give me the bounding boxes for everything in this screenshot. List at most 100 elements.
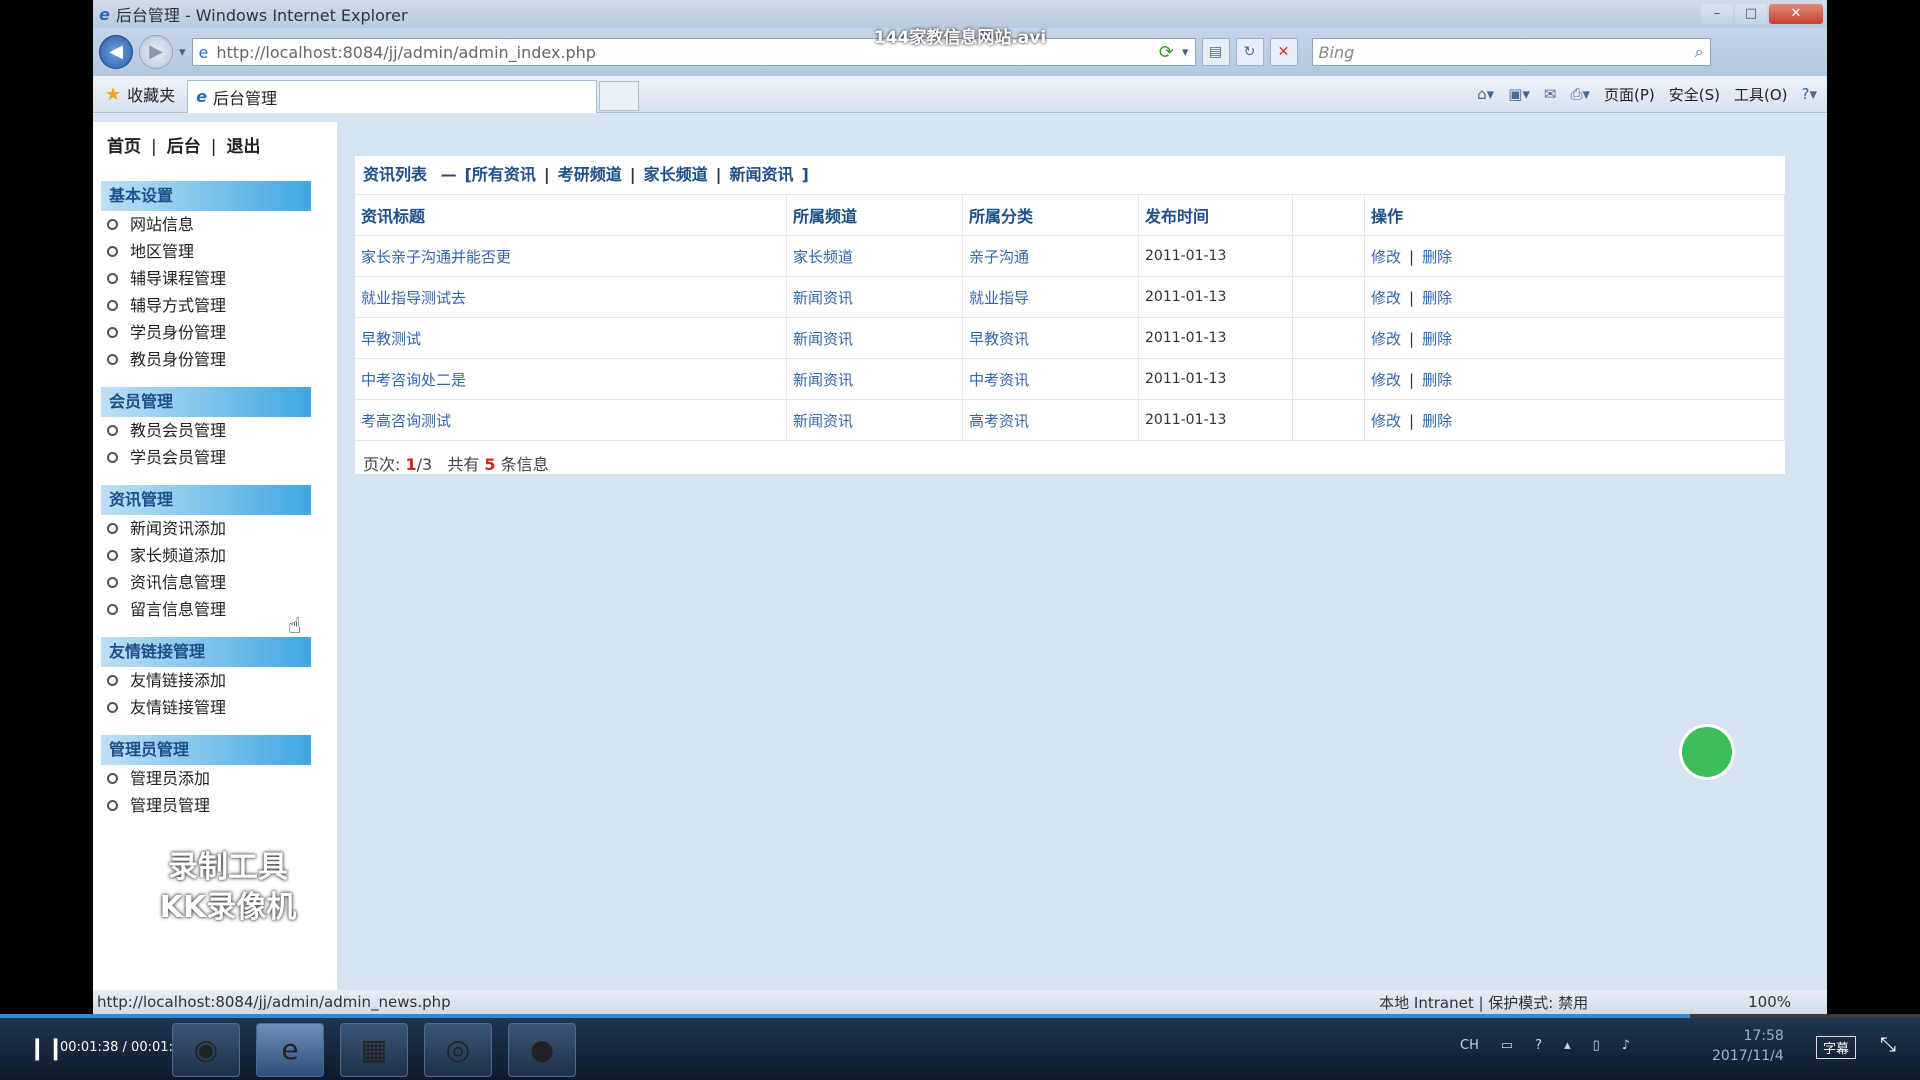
tab-favicon-icon: e bbox=[196, 87, 208, 106]
subtitle-button[interactable]: 字幕 bbox=[1816, 1036, 1857, 1059]
fullscreen-icon[interactable]: ⤡ bbox=[1880, 1032, 1896, 1056]
print-icon[interactable]: ⎙▾ bbox=[1570, 85, 1590, 103]
news-category-link[interactable]: 就业指导 bbox=[962, 276, 1139, 318]
news-date: 2011-01-13 bbox=[1138, 399, 1293, 441]
sidebar-menu-item[interactable]: 友情链接添加 bbox=[93, 667, 337, 694]
nav-logout-link[interactable]: 退出 bbox=[226, 137, 260, 157]
nav-home-link[interactable]: 首页 bbox=[107, 137, 141, 157]
col-blank bbox=[1292, 195, 1365, 236]
pager: 页次: 1/3 共有 5 条信息 bbox=[355, 441, 1785, 485]
volume-icon[interactable]: ♪ bbox=[1622, 1038, 1630, 1053]
menu-item-label: 学员会员管理 bbox=[130, 448, 227, 467]
news-channel-link[interactable]: 新闻资讯 bbox=[786, 399, 963, 441]
filter-kaoyan[interactable]: 考研频道 bbox=[558, 165, 622, 184]
sidebar-menu-item[interactable]: 学员会员管理 bbox=[93, 444, 337, 471]
menu-group: 资讯管理 新闻资讯添加 家长频道添加 资讯信息管理 留言信息管理 bbox=[93, 485, 337, 623]
sidebar-menu-item[interactable]: 新闻资讯添加 bbox=[93, 515, 337, 542]
sidebar-menu-item[interactable]: 教员会员管理 bbox=[93, 417, 337, 444]
sidebar-menu-item[interactable]: 管理员管理 bbox=[93, 792, 337, 819]
mouse-cursor-icon: ☝ bbox=[288, 614, 302, 639]
news-title-link[interactable]: 中考咨询处二是 bbox=[355, 358, 787, 400]
tab-admin[interactable]: e 后台管理 bbox=[187, 79, 598, 113]
menu-item-label: 新闻资讯添加 bbox=[130, 519, 227, 538]
sidebar-menu-item[interactable]: 学员身份管理 bbox=[93, 319, 337, 346]
menu-item-label: 教员会员管理 bbox=[130, 421, 227, 440]
news-category-link[interactable]: 高考资讯 bbox=[962, 399, 1139, 441]
news-channel-link[interactable]: 家长频道 bbox=[786, 235, 963, 277]
delete-link[interactable]: 删除 bbox=[1422, 371, 1452, 389]
menu-item-label: 家长频道添加 bbox=[130, 546, 227, 565]
sidebar-menu-item[interactable]: 网站信息 bbox=[93, 211, 337, 238]
news-category-link[interactable]: 早教资讯 bbox=[962, 317, 1139, 359]
favorites-button[interactable]: ★ 收藏夹 bbox=[93, 82, 187, 106]
taskbar-app-icon-1[interactable]: ◉ bbox=[172, 1023, 240, 1077]
close-button[interactable]: ✕ bbox=[1769, 4, 1823, 24]
safety-menu[interactable]: 安全(S) bbox=[1669, 84, 1720, 105]
filter-all[interactable]: 所有资讯 bbox=[472, 165, 536, 184]
mail-icon[interactable]: ✉ bbox=[1544, 85, 1557, 103]
news-title-link[interactable]: 家长亲子沟通并能否更 bbox=[355, 235, 787, 277]
edit-link[interactable]: 修改 bbox=[1371, 412, 1401, 430]
edit-link[interactable]: 修改 bbox=[1371, 330, 1401, 348]
menu-group-title: 管理员管理 bbox=[101, 735, 311, 765]
news-channel-link[interactable]: 新闻资讯 bbox=[786, 276, 963, 318]
floating-badge-icon[interactable] bbox=[1679, 724, 1735, 780]
sidebar-menu-item[interactable]: 辅导方式管理 bbox=[93, 292, 337, 319]
news-channel-link[interactable]: 新闻资讯 bbox=[786, 358, 963, 400]
zoom-level[interactable]: 100% bbox=[1748, 993, 1791, 1011]
sidebar-menu-item[interactable]: 教员身份管理 bbox=[93, 346, 337, 373]
tray-icon-2[interactable]: ▴ bbox=[1564, 1038, 1571, 1053]
news-date: 2011-01-13 bbox=[1138, 235, 1293, 277]
feeds-icon[interactable]: ▣▾ bbox=[1508, 85, 1530, 103]
blank-cell bbox=[1292, 235, 1365, 277]
delete-link[interactable]: 删除 bbox=[1422, 289, 1452, 307]
ime-icon[interactable]: CH bbox=[1460, 1038, 1479, 1053]
tools-menu[interactable]: 工具(O) bbox=[1734, 84, 1788, 105]
menu-item-label: 辅导方式管理 bbox=[130, 296, 227, 315]
delete-link[interactable]: 删除 bbox=[1422, 412, 1452, 430]
sidebar-menu-item[interactable]: 友情链接管理 bbox=[93, 694, 337, 721]
edit-link[interactable]: 修改 bbox=[1371, 371, 1401, 389]
status-url: http://localhost:8084/jj/admin/admin_new… bbox=[97, 993, 451, 1011]
menu-group-title: 基本设置 bbox=[101, 181, 311, 211]
video-time: 00:01:38 / 00:01:47 bbox=[60, 1040, 190, 1055]
news-category-link[interactable]: 中考资讯 bbox=[962, 358, 1139, 400]
filter-news[interactable]: 新闻资讯 bbox=[729, 165, 793, 184]
sidebar-menu-item[interactable]: 地区管理 bbox=[93, 238, 337, 265]
delete-link[interactable]: 删除 bbox=[1422, 330, 1452, 348]
nav-backend-link[interactable]: 后台 bbox=[167, 137, 201, 157]
tray-icon-1[interactable]: ▭ bbox=[1501, 1038, 1513, 1053]
news-title-link[interactable]: 就业指导测试去 bbox=[355, 276, 787, 318]
page-menu[interactable]: 页面(P) bbox=[1604, 84, 1655, 105]
help-icon[interactable]: ?▾ bbox=[1802, 85, 1818, 103]
minimize-button[interactable]: – bbox=[1701, 4, 1733, 24]
command-bar: ⌂▾ ▣▾ ✉ ⎙▾ 页面(P) 安全(S) 工具(O) ?▾ bbox=[1477, 84, 1827, 105]
news-channel-link[interactable]: 新闻资讯 bbox=[786, 317, 963, 359]
news-title-link[interactable]: 考高咨询测试 bbox=[355, 399, 787, 441]
sidebar-menu-item[interactable]: 管理员添加 bbox=[93, 765, 337, 792]
taskbar-app-icon-2[interactable]: ◎ bbox=[424, 1023, 492, 1077]
menu-item-label: 地区管理 bbox=[130, 242, 195, 261]
taskbar-folder-icon[interactable]: ▦ bbox=[340, 1023, 408, 1077]
tray-help-icon[interactable]: ? bbox=[1535, 1038, 1542, 1053]
sidebar-menu-item[interactable]: 资讯信息管理 bbox=[93, 569, 337, 596]
bullet-icon bbox=[107, 354, 118, 365]
edit-link[interactable]: 修改 bbox=[1371, 248, 1401, 266]
col-date: 发布时间 bbox=[1138, 195, 1293, 236]
network-icon[interactable]: ▯ bbox=[1593, 1038, 1600, 1053]
edit-link[interactable]: 修改 bbox=[1371, 289, 1401, 307]
menu-group: 管理员管理 管理员添加 管理员管理 bbox=[93, 735, 337, 819]
news-title-link[interactable]: 早教测试 bbox=[355, 317, 787, 359]
taskbar-ie-icon[interactable]: e bbox=[256, 1023, 324, 1077]
sidebar-menu-item[interactable]: 辅导课程管理 bbox=[93, 265, 337, 292]
filter-parents[interactable]: 家长频道 bbox=[644, 165, 708, 184]
taskbar-app-icon-3[interactable]: ● bbox=[508, 1023, 576, 1077]
maximize-button[interactable]: □ bbox=[1735, 4, 1767, 24]
sidebar-menu-item[interactable]: 家长频道添加 bbox=[93, 542, 337, 569]
delete-link[interactable]: 删除 bbox=[1422, 248, 1452, 266]
news-category-link[interactable]: 亲子沟通 bbox=[962, 235, 1139, 277]
sidebar-menu: 基本设置 网站信息 地区管理 辅导课程管理 辅导方式管理 学员身份管理 教员身份管理 会员管理… bbox=[93, 181, 337, 819]
home-icon[interactable]: ⌂▾ bbox=[1477, 85, 1494, 103]
ie-window: e 后台管理 - Windows Internet Explorer – □ ✕… bbox=[93, 0, 1827, 1014]
new-tab-button[interactable] bbox=[599, 81, 640, 111]
